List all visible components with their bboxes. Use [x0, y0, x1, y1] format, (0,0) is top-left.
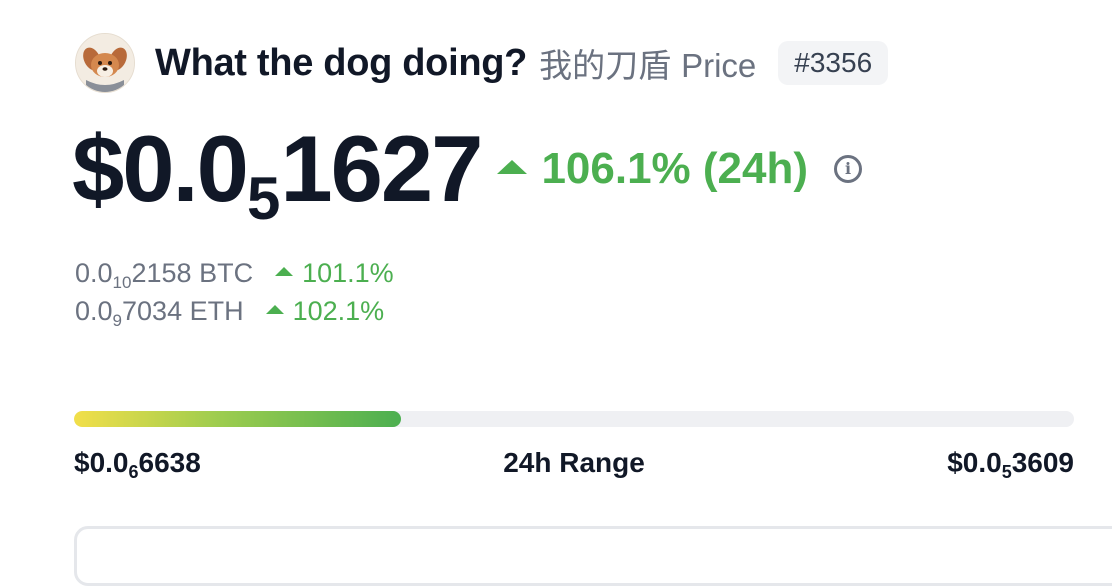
info-icon[interactable]: i	[834, 155, 863, 183]
eth-unit: ETH	[189, 295, 244, 326]
price-digits: 1627	[280, 116, 483, 221]
range-bar-24h	[74, 411, 1074, 427]
range-bar-fill	[74, 411, 401, 427]
btc-unit: BTC	[199, 257, 254, 288]
price-label: Price	[681, 47, 757, 84]
btc-prefix: 0.0	[75, 257, 113, 288]
rank-badge: #3356	[778, 41, 889, 85]
eth-change: 102.1%	[292, 295, 385, 326]
coin-name: What the dog doing?	[155, 41, 528, 84]
sub-prices: 0.0102158 BTC 101.1% 0.097034 ETH 102.1%	[75, 254, 394, 330]
price-zero-count: 5	[246, 165, 281, 232]
range-low: $0.066638	[74, 447, 201, 482]
coin-symbol-price: 我的刀盾 Price	[539, 39, 756, 87]
price-row: $0.051627 106.1% (24h) i	[72, 122, 863, 232]
range-high-digits: 3609	[1011, 447, 1074, 478]
caret-up-icon	[265, 304, 284, 314]
btc-change: 101.1%	[302, 257, 394, 288]
coin-symbol: 我的刀盾	[539, 47, 672, 84]
btc-price: 0.0102158 BTC	[75, 257, 254, 292]
btc-zero-count: 10	[112, 272, 132, 292]
range-low-zero-count: 6	[128, 462, 139, 482]
range-labels: $0.066638 24h Range $0.053609	[74, 447, 1074, 487]
range-low-digits: 6638	[138, 447, 201, 478]
eth-price: 0.097034 ETH	[75, 295, 244, 330]
eth-price-row: 0.097034 ETH 102.1%	[75, 292, 394, 330]
eth-zero-count: 9	[112, 310, 123, 330]
range-low-prefix: $0.0	[74, 447, 129, 478]
range-high-prefix: $0.0	[947, 447, 1002, 478]
eth-prefix: 0.0	[75, 295, 113, 326]
caret-up-icon	[275, 266, 294, 276]
range-high-zero-count: 5	[1001, 462, 1012, 482]
dog-avatar-icon	[75, 33, 135, 93]
next-card	[74, 526, 1112, 586]
btc-digits: 2158	[131, 257, 192, 288]
range-high: $0.053609	[947, 447, 1074, 482]
price-change-24h: 106.1% (24h) i	[497, 144, 863, 194]
current-price: $0.051627	[72, 122, 483, 229]
eth-digits: 7034	[122, 295, 183, 326]
btc-price-row: 0.0102158 BTC 101.1%	[75, 254, 394, 292]
caret-up-icon	[497, 160, 528, 174]
price-prefix: $0.0	[72, 116, 249, 221]
range-title: 24h Range	[503, 447, 645, 478]
change-percent: 106.1% (24h)	[541, 144, 809, 193]
coin-header: What the dog doing? 我的刀盾 Price #3356	[75, 32, 889, 94]
